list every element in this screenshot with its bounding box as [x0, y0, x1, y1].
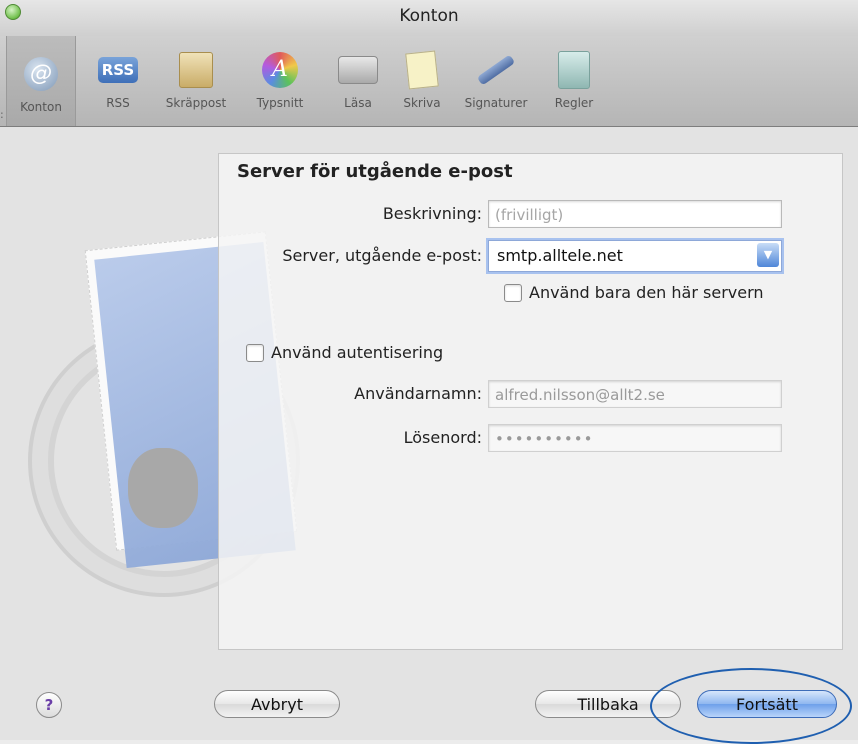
toolbar-item-label: Skriva: [403, 96, 441, 110]
help-button[interactable]: ?: [36, 692, 62, 718]
username-label: Användarnamn:: [354, 384, 482, 403]
signatures-icon: [476, 50, 516, 90]
title-bar: Konton: [0, 0, 858, 36]
junk-mail-icon: [176, 50, 216, 90]
use-authentication-label: Använd autentisering: [271, 343, 444, 362]
password-field[interactable]: ••••••••••: [488, 424, 782, 452]
at-icon: @: [21, 54, 61, 94]
outgoing-server-value: smtp.alltele.net: [497, 246, 623, 265]
toolbar-item-label: Konton: [20, 100, 62, 114]
preferences-toolbar: : @ Konton RSS RSS Skräppost A Typsnitt …: [0, 36, 858, 127]
toolbar-item-composing[interactable]: Skriva: [388, 50, 456, 110]
username-field[interactable]: alfred.nilsson@allt2.se: [488, 380, 782, 408]
toolbar-item-label: Signaturer: [464, 96, 528, 110]
password-label: Lösenord:: [403, 428, 482, 447]
toolbar-item-fonts[interactable]: A Typsnitt: [246, 50, 314, 110]
toolbar-item-signatures[interactable]: Signaturer: [462, 50, 530, 110]
window-title: Konton: [399, 6, 459, 26]
only-this-server-checkbox[interactable]: [504, 284, 522, 302]
description-label: Beskrivning:: [382, 204, 482, 223]
toolbar-item-viewing[interactable]: Läsa: [324, 50, 392, 110]
toolbar-item-label: Läsa: [344, 96, 372, 110]
composing-icon: [402, 50, 442, 90]
outgoing-server-combo[interactable]: smtp.alltele.net ▼: [488, 240, 782, 272]
section-heading: Server för utgående e-post: [237, 161, 513, 182]
chevron-down-icon[interactable]: ▼: [757, 243, 779, 267]
rss-icon: RSS: [98, 50, 138, 90]
only-this-server-label: Använd bara den här servern: [529, 283, 764, 302]
toolbar-item-junk-mail[interactable]: Skräppost: [162, 50, 230, 110]
rules-icon: [554, 50, 594, 90]
toolbar-item-rules[interactable]: Regler: [540, 50, 608, 110]
apple-logo-icon: [128, 448, 198, 528]
outgoing-server-label: Server, utgående e-post:: [282, 246, 482, 265]
description-placeholder: (frivilligt): [495, 206, 564, 224]
cancel-button[interactable]: Avbryt: [214, 690, 340, 718]
toolbar-item-accounts[interactable]: @ Konton: [6, 36, 76, 126]
description-field[interactable]: (frivilligt): [488, 200, 782, 228]
highlight-ring: [650, 668, 852, 744]
toolbar-item-label: RSS: [106, 96, 130, 110]
toolbar-item-rss[interactable]: RSS RSS: [84, 50, 152, 110]
viewing-icon: [338, 50, 378, 90]
toolbar-item-label: Typsnitt: [256, 96, 304, 110]
fonts-icon: A: [260, 50, 300, 90]
toolbar-item-label: Regler: [554, 96, 594, 110]
toolbar-item-label: Skräppost: [165, 96, 227, 110]
use-authentication-checkbox[interactable]: [246, 344, 264, 362]
